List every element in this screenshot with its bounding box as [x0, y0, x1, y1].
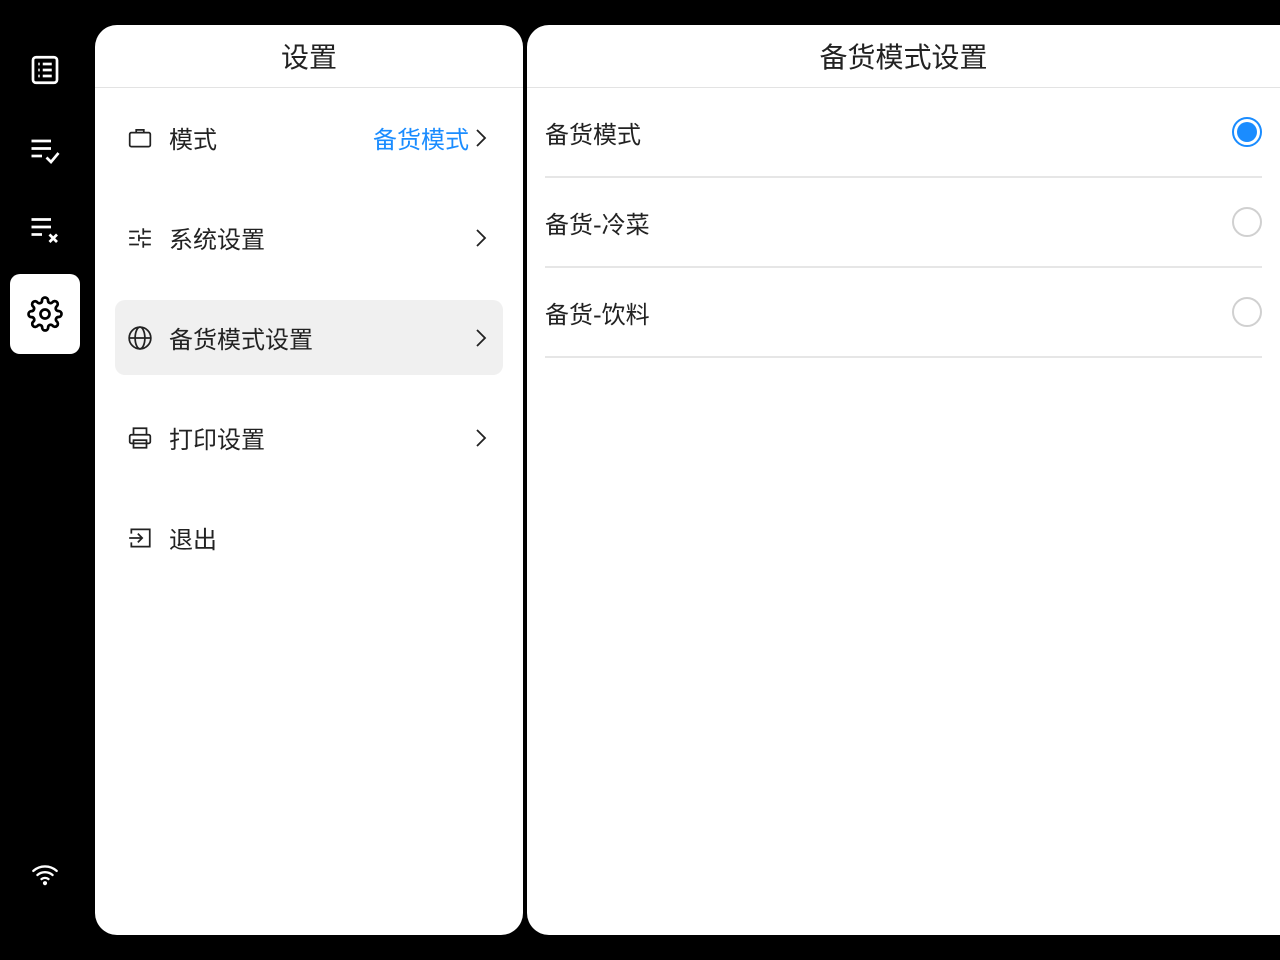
- stock-mode-panel: 备货模式设置 备货模式 备货-冷菜 备货-饮料: [527, 25, 1280, 935]
- list-x-icon: [31, 218, 58, 243]
- printer-icon: [128, 426, 152, 449]
- option-stock-drinks[interactable]: 备货-饮料: [545, 268, 1262, 358]
- option-label: 备货-饮料: [545, 300, 650, 329]
- briefcase-icon: [128, 128, 152, 148]
- menu-item-print-settings[interactable]: 打印设置: [115, 400, 503, 475]
- option-label: 备货模式: [545, 120, 641, 149]
- radio-button[interactable]: [1232, 297, 1262, 327]
- radio-button-selected[interactable]: [1232, 117, 1262, 147]
- mode-value: 备货模式: [373, 126, 469, 154]
- list-check-icon: [31, 139, 60, 164]
- stock-mode-title: 备货模式设置: [527, 25, 1280, 88]
- sliders-icon: [129, 227, 151, 248]
- logout-icon: [129, 527, 151, 548]
- settings-title: 设置: [95, 25, 523, 88]
- menu-item-stock-mode-settings[interactable]: 备货模式设置: [115, 300, 503, 375]
- sidebar-item-completed[interactable]: [10, 110, 80, 190]
- option-label: 备货-冷菜: [545, 210, 650, 239]
- option-stock-cold-dishes[interactable]: 备货-冷菜: [545, 178, 1262, 268]
- chevron-right-icon: [476, 228, 487, 247]
- menu-item-label: 系统设置: [169, 226, 265, 254]
- menu-item-label: 退出: [169, 526, 217, 554]
- option-stock-mode[interactable]: 备货模式: [545, 88, 1262, 178]
- menu-item-mode[interactable]: 模式 备货模式: [115, 100, 503, 175]
- list-icon: [31, 55, 59, 85]
- globe-icon: [128, 325, 152, 350]
- sidebar-item-settings[interactable]: [10, 274, 80, 354]
- menu-item-label: 备货模式设置: [169, 326, 313, 354]
- menu-item-system-settings[interactable]: 系统设置: [115, 200, 503, 275]
- nav-sidebar: [0, 0, 90, 960]
- wifi-icon: [32, 865, 58, 886]
- sidebar-item-cancelled[interactable]: [10, 190, 80, 270]
- sidebar-item-orders[interactable]: [10, 30, 80, 110]
- gear-icon: [27, 296, 63, 332]
- menu-item-label: 打印设置: [169, 426, 265, 454]
- radio-button[interactable]: [1232, 207, 1262, 237]
- wifi-status: [10, 845, 80, 905]
- chevron-right-icon: [476, 428, 487, 447]
- chevron-right-icon: [476, 328, 487, 347]
- menu-item-logout[interactable]: 退出: [115, 500, 503, 575]
- chevron-right-icon: [476, 128, 487, 147]
- settings-panel: 设置 模式 备货模式 系统设置 备货模式设置 打印设置 退出: [95, 25, 523, 935]
- menu-item-label: 模式: [169, 126, 217, 154]
